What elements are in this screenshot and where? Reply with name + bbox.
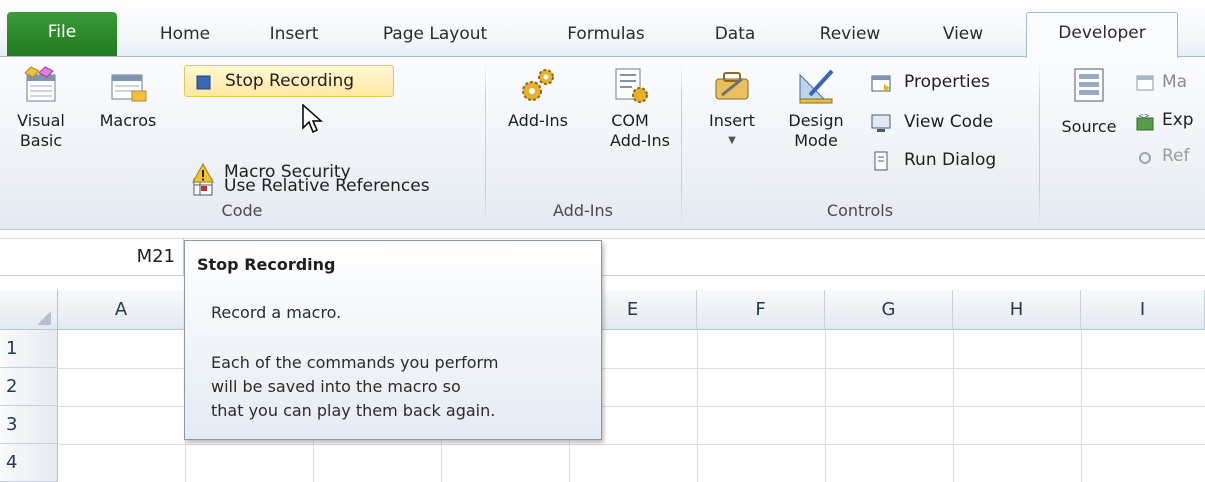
tab-file[interactable]: File bbox=[7, 12, 117, 56]
run-dialog-label: Run Dialog bbox=[904, 150, 997, 170]
column-header-i[interactable]: I bbox=[1081, 290, 1205, 330]
ribbon-tab-bar: File Home Insert Page Layout Formulas Da… bbox=[0, 0, 1205, 58]
source-button[interactable]: Source bbox=[1050, 65, 1128, 137]
expansion-packs-label: Exp bbox=[1162, 110, 1194, 130]
column-header-a[interactable]: A bbox=[58, 290, 185, 330]
tab-developer[interactable]: Developer bbox=[1026, 12, 1178, 58]
group-label-controls: Controls bbox=[826, 201, 894, 220]
com-add-ins-button[interactable]: COM Add-Ins bbox=[590, 65, 670, 151]
insert-control-button[interactable]: Insert ▼ bbox=[694, 65, 770, 151]
stop-recording-button[interactable]: Stop Recording bbox=[184, 65, 394, 97]
design-mode-button[interactable]: Design Mode bbox=[776, 65, 856, 151]
group-separator bbox=[1039, 63, 1040, 225]
properties-label: Properties bbox=[904, 72, 990, 92]
ribbon-developer: Visual Basic Macros Stop Recording Use R… bbox=[0, 56, 1205, 230]
toolbox-icon bbox=[715, 72, 749, 100]
add-ins-button[interactable]: Add-Ins bbox=[494, 65, 582, 131]
view-code-icon bbox=[871, 114, 891, 132]
map-properties-button[interactable]: Ma bbox=[1132, 67, 1187, 99]
properties-icon bbox=[871, 75, 891, 92]
macro-security-button[interactable]: Macro Security bbox=[184, 157, 351, 189]
group-label-code: Code bbox=[221, 201, 263, 220]
macros-label: Macros bbox=[99, 111, 157, 130]
select-all-corner[interactable] bbox=[0, 290, 58, 330]
tab-formulas[interactable]: Formulas bbox=[550, 14, 662, 56]
add-ins-label: Add-Ins bbox=[508, 111, 568, 130]
properties-button[interactable]: Properties bbox=[862, 67, 990, 99]
column-header-f[interactable]: F bbox=[697, 290, 825, 330]
tab-home[interactable]: Home bbox=[140, 14, 230, 56]
insert-label: Insert bbox=[709, 111, 755, 130]
formula-bar: M21 bbox=[0, 238, 1205, 276]
tab-review[interactable]: Review bbox=[805, 14, 895, 56]
tab-page-layout[interactable]: Page Layout bbox=[365, 14, 505, 56]
refresh-data-button[interactable]: Ref bbox=[1132, 141, 1190, 173]
worksheet-grid[interactable]: A B C D E F G H I 1 2 3 4 bbox=[0, 290, 1205, 482]
macro-security-label: Macro Security bbox=[224, 162, 351, 182]
stop-recording-tooltip: Stop Recording Record a macro. Each of t… bbox=[184, 240, 602, 440]
tooltip-detail-line-3: that you can play them back again. bbox=[211, 401, 496, 420]
visual-basic-label-1: Visual bbox=[17, 111, 65, 130]
expansion-packs-button[interactable]: <> Exp bbox=[1132, 105, 1194, 137]
com-add-ins-icon bbox=[615, 68, 648, 103]
row-header-4[interactable]: 4 bbox=[0, 444, 58, 482]
stop-icon bbox=[196, 75, 211, 90]
tab-insert[interactable]: Insert bbox=[250, 14, 338, 56]
gears-icon bbox=[522, 69, 554, 101]
xml-source-icon bbox=[1074, 68, 1104, 102]
dropdown-arrow-icon: ▼ bbox=[728, 135, 736, 146]
macros-button[interactable]: Macros bbox=[78, 65, 178, 131]
stop-recording-label: Stop Recording bbox=[225, 71, 355, 91]
column-header-h[interactable]: H bbox=[953, 290, 1081, 330]
svg-text:<>: <> bbox=[1138, 112, 1150, 120]
visual-basic-icon bbox=[24, 66, 56, 102]
refresh-data-label: Ref bbox=[1162, 146, 1190, 166]
mouse-pointer-icon bbox=[302, 104, 323, 134]
group-label-add-ins: Add-Ins bbox=[553, 201, 613, 220]
visual-basic-button[interactable]: Visual Basic bbox=[10, 65, 72, 151]
tab-data[interactable]: Data bbox=[700, 14, 770, 56]
expansion-packs-icon: <> bbox=[1136, 112, 1154, 131]
row-header-1[interactable]: 1 bbox=[0, 330, 58, 368]
gridline bbox=[58, 444, 1205, 445]
visual-basic-label-2: Basic bbox=[19, 131, 63, 150]
run-dialog-button[interactable]: Run Dialog bbox=[862, 145, 996, 177]
design-mode-icon bbox=[799, 69, 834, 104]
tooltip-description: Record a macro. bbox=[211, 303, 342, 322]
map-properties-icon bbox=[1136, 75, 1154, 91]
macros-icon bbox=[111, 74, 147, 102]
refresh-data-icon bbox=[1139, 152, 1151, 164]
run-dialog-icon bbox=[874, 151, 888, 171]
design-mode-label-2: Mode bbox=[794, 131, 838, 150]
view-code-button[interactable]: View Code bbox=[862, 107, 993, 139]
row-header-2[interactable]: 2 bbox=[0, 368, 58, 406]
com-add-ins-label-2: Add-Ins bbox=[610, 131, 670, 150]
warning-icon bbox=[192, 162, 214, 183]
column-header-g[interactable]: G bbox=[825, 290, 953, 330]
tooltip-detail-line-1: Each of the commands you perform bbox=[211, 353, 499, 372]
map-properties-label: Ma bbox=[1162, 72, 1188, 92]
view-code-label: View Code bbox=[904, 112, 994, 132]
source-label: Source bbox=[1061, 117, 1117, 136]
row-header-3[interactable]: 3 bbox=[0, 406, 58, 444]
design-mode-label-1: Design bbox=[788, 111, 844, 130]
tooltip-title: Stop Recording bbox=[197, 255, 336, 274]
tab-view[interactable]: View bbox=[928, 14, 998, 56]
com-add-ins-label-1: COM bbox=[611, 111, 649, 130]
name-box[interactable]: M21 bbox=[0, 239, 184, 275]
tooltip-detail-line-2: will be saved into the macro so bbox=[211, 377, 461, 396]
